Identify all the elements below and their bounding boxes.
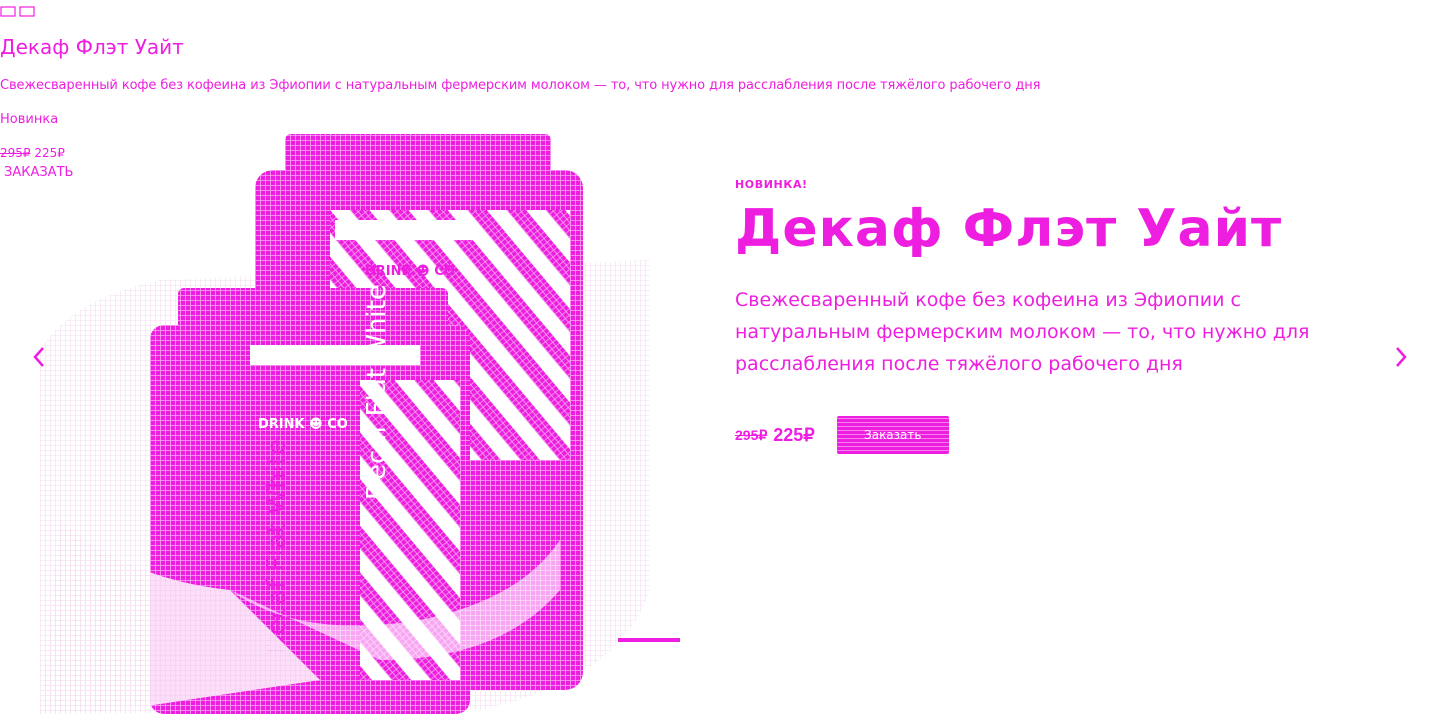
- fallback-tag: Новинка: [0, 112, 59, 127]
- chevron-left-icon: [33, 347, 44, 367]
- can-front-label: Decaf Flat White: [362, 284, 392, 500]
- fallback-price: 295₽ 225₽: [0, 146, 65, 160]
- promo-page: Декаф Флэт Уайт Свежесваренный кофе без …: [0, 0, 1440, 714]
- slide-description: Свежесваренный кофе без кофеина из Эфиоп…: [735, 289, 1310, 376]
- order-button[interactable]: Заказать: [837, 416, 949, 454]
- pagination-dot-active[interactable]: [618, 638, 680, 642]
- product-image: DRINK ☻ CO DRINK ☻ CO Decaf Flat White D…: [40, 134, 650, 714]
- fallback-order-link[interactable]: ЗАКАЗАТЬ: [4, 165, 73, 180]
- next-slide-button[interactable]: [1386, 340, 1416, 374]
- fallback-price-new: 225₽: [34, 146, 65, 160]
- slide-content: НОВИНКА! Декаф Флэт Уайт Свежесваренный …: [735, 178, 1355, 454]
- price-new: 225₽: [773, 424, 815, 445]
- fallback-description: Свежесваренный кофе без кофеина из Эфиоп…: [0, 78, 1041, 93]
- price-old: 295₽: [735, 426, 768, 443]
- fallback-price-old: 295₽: [0, 146, 31, 160]
- can-front-brand: DRINK ☻ CO: [258, 417, 348, 432]
- new-badge: НОВИНКА!: [735, 178, 808, 191]
- can-side-label: Decaf Flat White: [262, 439, 292, 655]
- fallback-title: Декаф Флэт Уайт: [0, 35, 184, 59]
- broken-image-icon: [0, 6, 35, 17]
- can-back-brand: DRINK ☻ CO: [365, 264, 455, 279]
- price-row: 295₽ 225₽ Заказать: [735, 416, 1355, 454]
- chevron-right-icon: [1396, 347, 1407, 367]
- slider-pagination: [618, 638, 680, 642]
- prev-slide-button[interactable]: [24, 340, 54, 374]
- slide-title: Декаф Флэт Уайт: [735, 199, 1283, 259]
